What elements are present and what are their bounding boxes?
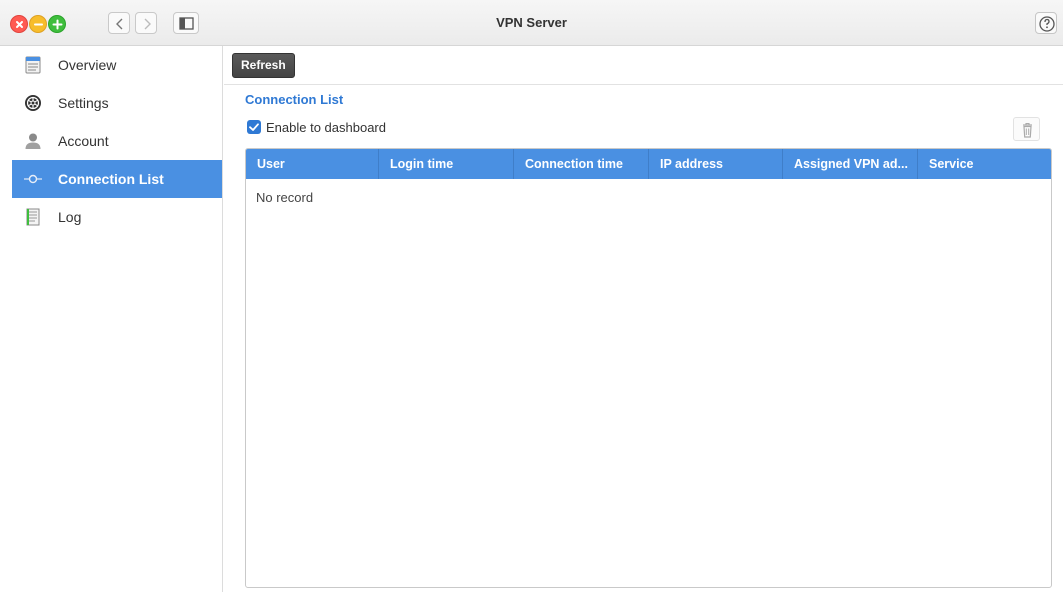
maximize-icon [52, 19, 63, 30]
sidebar-item-label: Log [58, 209, 82, 225]
column-header-connection-time[interactable]: Connection time [514, 149, 649, 179]
checkmark-icon [249, 123, 259, 131]
empty-table-message: No record [256, 190, 314, 205]
sidebar: Overview Settings Account Connection Lis… [0, 46, 223, 592]
back-button[interactable] [108, 12, 130, 34]
chevron-left-icon [116, 18, 123, 30]
title-bar: VPN Server [0, 0, 1063, 46]
sidebar-item-label: Connection List [58, 171, 164, 187]
overview-icon [25, 56, 41, 74]
minimize-button[interactable] [29, 15, 47, 33]
sidebar-item-connection-list[interactable]: Connection List [12, 160, 222, 198]
column-header-login-time[interactable]: Login time [379, 149, 514, 179]
connection-table: User Login time Connection time IP addre… [245, 148, 1052, 588]
close-button[interactable] [10, 15, 28, 33]
minimize-icon [34, 23, 43, 26]
sidebar-panel-icon [179, 17, 194, 30]
toolbar: Refresh [224, 46, 1063, 85]
sidebar-item-log[interactable]: Log [12, 198, 222, 236]
column-header-user[interactable]: User [246, 149, 379, 179]
table-header: User Login time Connection time IP addre… [246, 149, 1051, 179]
delete-button[interactable] [1013, 117, 1040, 141]
window-title: VPN Server [496, 15, 567, 30]
sidebar-item-overview[interactable]: Overview [12, 46, 222, 84]
log-icon [26, 208, 40, 226]
enable-dashboard-label: Enable to dashboard [266, 120, 386, 135]
sidebar-item-account[interactable]: Account [12, 122, 222, 160]
section-title: Connection List [245, 92, 344, 107]
user-icon [25, 133, 41, 149]
sidebar-item-label: Account [58, 133, 109, 149]
chevron-right-icon [144, 18, 151, 30]
refresh-button[interactable]: Refresh [232, 53, 295, 78]
enable-dashboard-checkbox[interactable] [247, 120, 261, 134]
column-header-service[interactable]: Service [918, 149, 1051, 179]
column-header-ip-address[interactable]: IP address [649, 149, 783, 179]
maximize-button[interactable] [48, 15, 66, 33]
help-circle-icon [1039, 16, 1055, 32]
sidebar-item-settings[interactable]: Settings [12, 84, 222, 122]
settings-icon [25, 95, 41, 111]
connection-icon [24, 174, 42, 184]
toggle-sidebar-button[interactable] [173, 12, 199, 34]
trash-icon [1023, 122, 1032, 138]
sidebar-item-label: Overview [58, 57, 117, 73]
close-icon [16, 21, 23, 28]
column-header-assigned-vpn-address[interactable]: Assigned VPN ad... [783, 149, 918, 179]
forward-button[interactable] [135, 12, 157, 34]
help-button[interactable] [1035, 12, 1057, 34]
sidebar-item-label: Settings [58, 95, 109, 111]
